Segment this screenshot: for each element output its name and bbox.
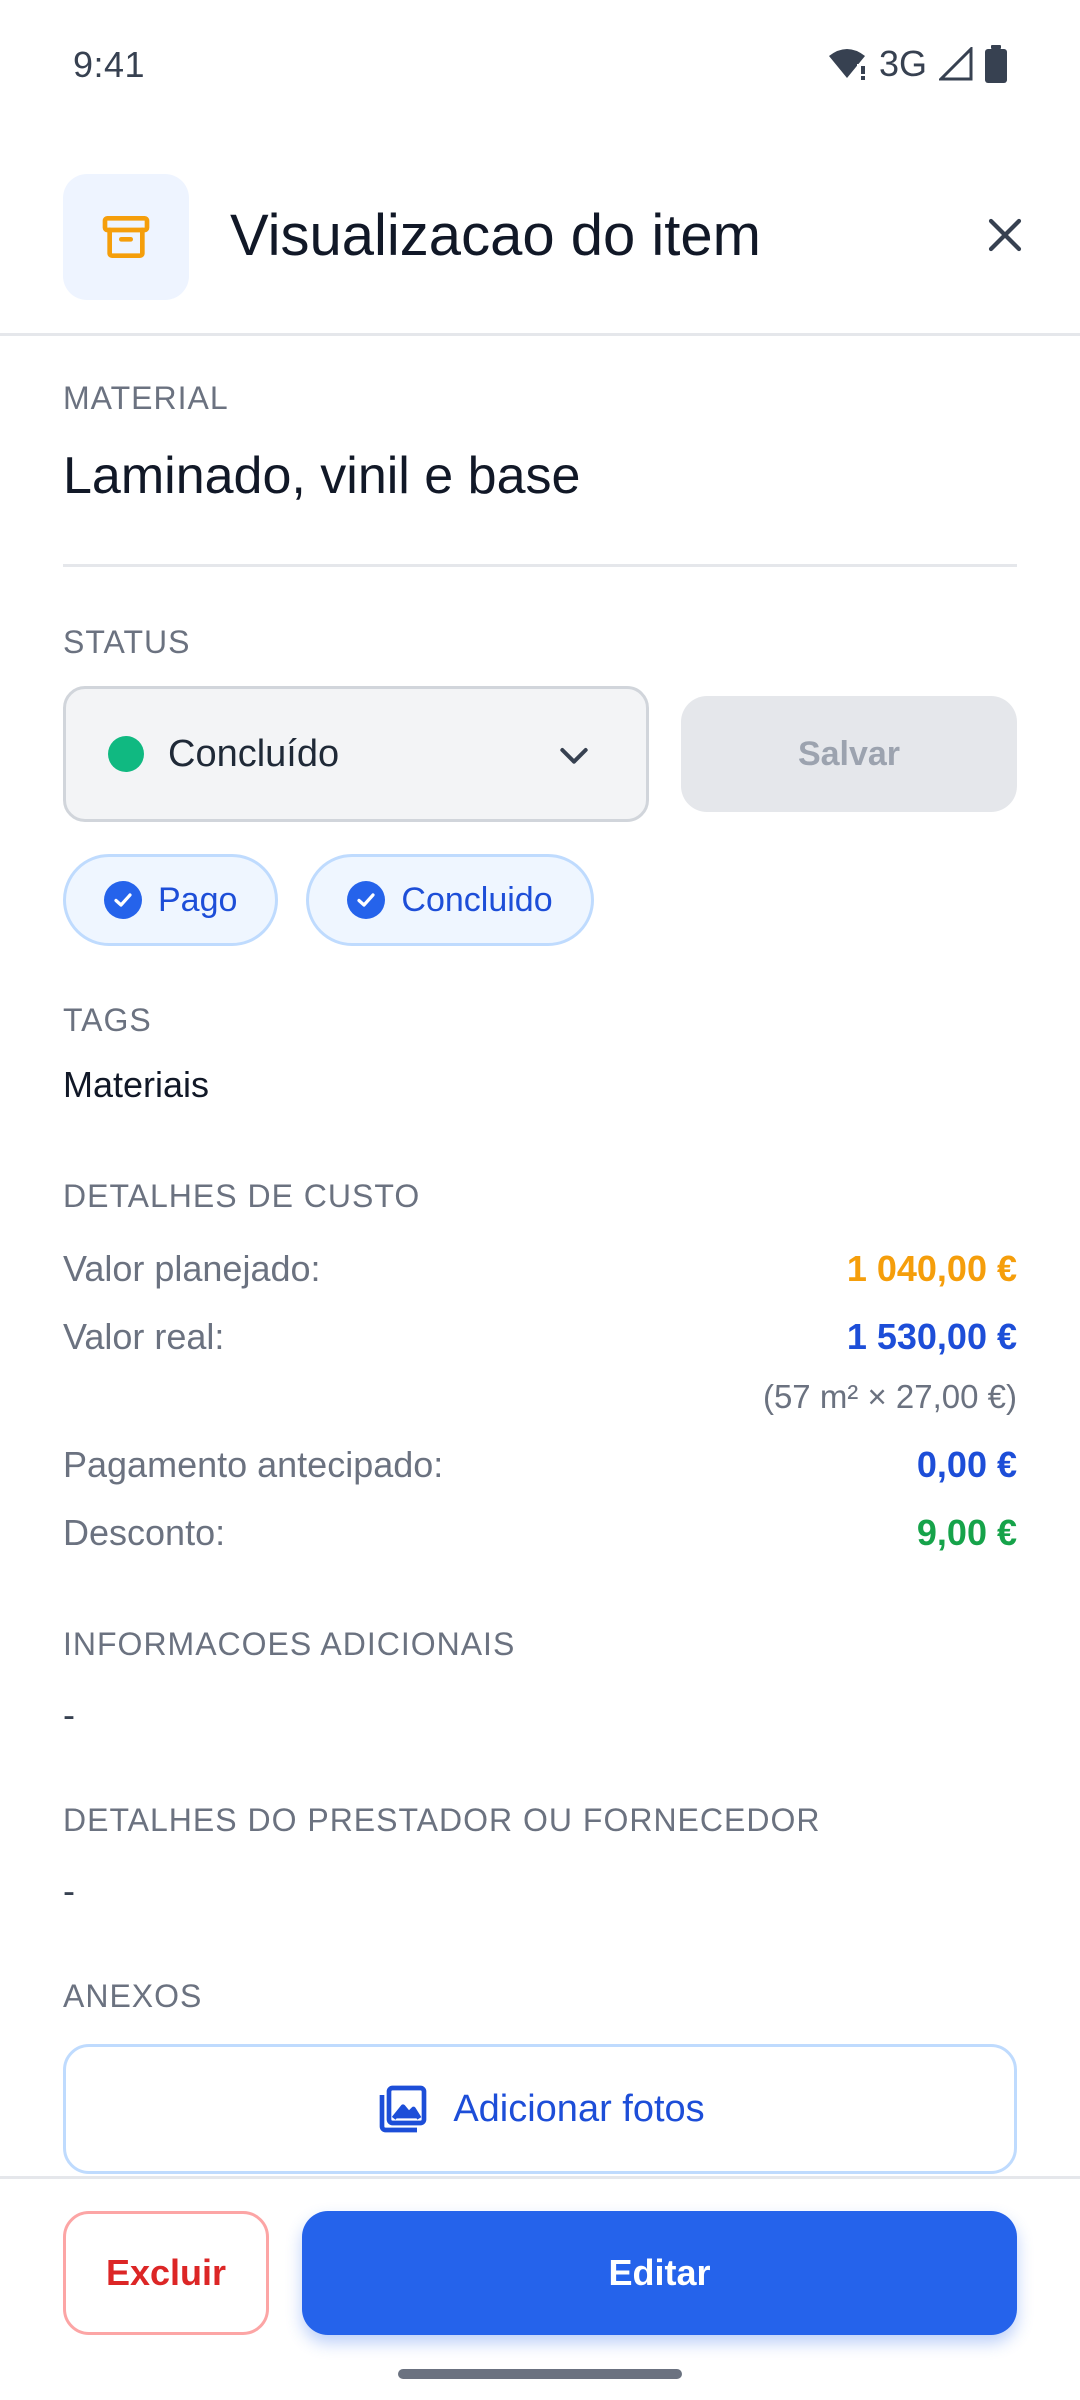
item-view-screen: 9:41 3G Visualizacao do item MATERIAL La… (0, 0, 1080, 2400)
material-label: MATERIAL (63, 380, 229, 416)
real-label: Valor real: (63, 1316, 225, 1357)
discount-value: 9,00 € (916, 1512, 1017, 1553)
material-value: Laminado, vinil e base (63, 447, 581, 505)
discount-label: Desconto: (63, 1512, 226, 1553)
chevron-down-icon (560, 748, 588, 764)
page-title: Visualizacao do item (230, 203, 761, 268)
status-chips: Pago Concluido (63, 854, 594, 946)
chip-label: Pago (158, 880, 238, 919)
planned-value: 1 040,00 € (846, 1248, 1017, 1289)
real-value-note: (57 m² × 27,00 €) (762, 1378, 1017, 1415)
signal-icon (939, 47, 973, 81)
status-select[interactable]: Concluído (63, 686, 649, 822)
planned-label: Valor planejado: (63, 1248, 321, 1289)
chip-concluido[interactable]: Concluido (306, 854, 594, 946)
additional-info-label: INFORMACOES ADICIONAIS (63, 1626, 516, 1662)
add-photos-label: Adicionar fotos (453, 2087, 705, 2130)
tags-value: Materiais (63, 1064, 210, 1105)
battery-icon (985, 45, 1007, 83)
status-label: STATUS (63, 624, 191, 660)
tags-label: TAGS (63, 1002, 152, 1038)
attachments-label: ANEXOS (63, 1978, 203, 2014)
provider-details-value: - (63, 1870, 75, 1911)
provider-details-label: DETALHES DO PRESTADOR OU FORNECEDOR (63, 1802, 821, 1838)
archive-box-icon (102, 216, 150, 258)
status-icons: 3G (827, 43, 1007, 84)
advance-value: 0,00 € (916, 1444, 1017, 1485)
divider (63, 564, 1017, 567)
cost-row-discount: Desconto: 9,00 € (63, 1512, 1017, 1554)
check-circle-icon (347, 881, 386, 919)
additional-info-value: - (63, 1694, 75, 1735)
real-value: 1 530,00 € (846, 1316, 1017, 1357)
status-selected-value: Concluído (168, 732, 340, 775)
delete-button[interactable]: Excluir (63, 2211, 269, 2335)
footer-actions: Excluir Editar (0, 2176, 1080, 2400)
check-circle-icon (104, 881, 142, 919)
wifi-icon (828, 49, 865, 80)
home-indicator[interactable] (398, 2369, 682, 2379)
network-type: 3G (878, 43, 927, 84)
add-photos-button[interactable]: Adicionar fotos (63, 2044, 1017, 2174)
cost-row-advance: Pagamento antecipado: 0,00 € (63, 1444, 1017, 1486)
status-bar: 9:41 3G (0, 0, 1080, 130)
chip-pago[interactable]: Pago (63, 854, 279, 946)
status-time: 9:41 (73, 44, 146, 85)
status-dot (108, 736, 144, 772)
cost-details-label: DETALHES DE CUSTO (63, 1178, 421, 1214)
header: Visualizacao do item (0, 130, 1080, 336)
close-icon (988, 218, 1022, 252)
cost-row-real: Valor real: 1 530,00 € (63, 1316, 1017, 1358)
chip-label: Concluido (401, 880, 553, 919)
photo-library-icon (379, 2085, 427, 2133)
save-button[interactable]: Salvar (681, 696, 1017, 812)
edit-button[interactable]: Editar (302, 2211, 1017, 2335)
cost-row-planned: Valor planejado: 1 040,00 € (63, 1248, 1017, 1290)
header-icon-box (63, 174, 189, 300)
close-button[interactable] (970, 200, 1040, 270)
advance-label: Pagamento antecipado: (63, 1444, 444, 1485)
